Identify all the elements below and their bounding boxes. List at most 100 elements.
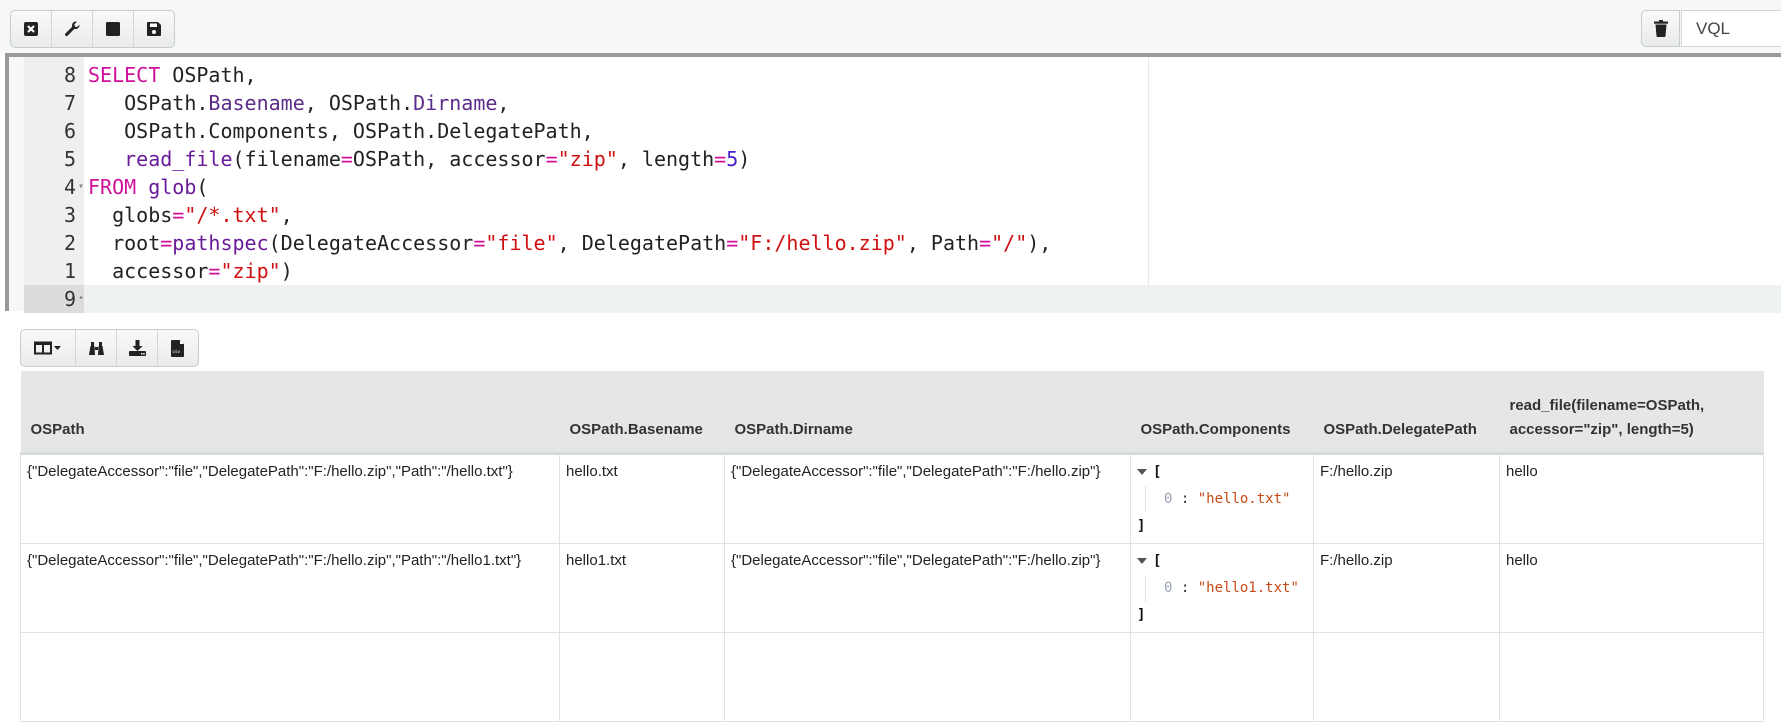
line-number: 8 (63, 63, 76, 87)
settings-button[interactable] (52, 11, 93, 47)
code-token: , Path (906, 231, 980, 255)
download-csv-button[interactable]: csv (158, 330, 198, 366)
results-toolbar: csv (20, 329, 199, 367)
cell-read-file: hello (1499, 453, 1764, 544)
vql-editor[interactable]: 8 SELECT OSPath, 7 OSPath.Basename, OSPath… (5, 53, 1781, 313)
code-line[interactable]: 3 globs="/*.txt", (24, 201, 1781, 229)
column-header-components[interactable]: OSPath.Components (1130, 371, 1314, 455)
cell-components: [ 0 : "hello.txt" ] (1130, 453, 1314, 544)
code-text: OSPath.Basename, OSPath.Dirname, (84, 91, 509, 115)
column-selector-button[interactable] (21, 330, 76, 366)
code-token: "file" (485, 231, 558, 255)
code-token: , (280, 203, 293, 227)
code-token: OSPath. (88, 91, 209, 115)
code-token: ( (196, 175, 209, 199)
code-text: accessor="zip") (84, 259, 293, 283)
code-token: 5 (726, 147, 739, 171)
code-token: = (172, 203, 185, 227)
code-token: pathspec (172, 231, 269, 255)
code-token: = (545, 147, 558, 171)
cell-basename: hello.txt (559, 453, 725, 544)
cell-basename: hello1.txt (559, 543, 725, 633)
code-line[interactable]: 5 read_file(filename=OSPath, accessor="z… (24, 145, 1781, 173)
json-tree: [ 0 : "hello1.txt" ] (1137, 548, 1307, 629)
svg-text:csv: csv (173, 350, 181, 355)
cell-components: [ 0 : "hello1.txt" ] (1130, 543, 1314, 633)
clear-button[interactable] (1641, 10, 1680, 47)
download-icon (128, 340, 146, 356)
find-button[interactable] (76, 330, 117, 366)
code-token: = (979, 231, 992, 255)
code-token: = (208, 259, 221, 283)
code-token: , (497, 91, 510, 115)
code-line[interactable]: 2 root=pathspec(DelegateAccessor="file",… (24, 229, 1781, 257)
code-line[interactable]: 7 OSPath.Basename, OSPath.Dirname, (24, 89, 1781, 117)
table-row-partial (20, 632, 1764, 722)
column-header-delegate-path[interactable]: OSPath.DelegatePath (1313, 371, 1500, 455)
fold-dot-icon[interactable]: • (78, 285, 84, 313)
line-number: 4 ▾ (63, 173, 84, 201)
line-number: 6 (63, 119, 76, 143)
code-token: ) (280, 259, 293, 283)
code-token: globs (88, 203, 173, 227)
results-table: OSPath OSPath.Basename OSPath.Dirname OS… (20, 371, 1764, 722)
top-toolbar: VQL (0, 0, 1781, 53)
code-token: , DelegatePath (557, 231, 727, 255)
code-lines[interactable]: 8 SELECT OSPath, 7 OSPath.Basename, OSPath… (24, 61, 1781, 313)
vql-search-input[interactable]: VQL (1681, 10, 1781, 47)
binoculars-icon (88, 341, 104, 355)
code-token: "zip" (220, 259, 281, 283)
table-row: {"DelegateAccessor":"file","DelegatePath… (20, 453, 1764, 544)
code-token: = (726, 231, 739, 255)
code-token: glob (148, 175, 197, 199)
save-button[interactable] (134, 11, 174, 47)
code-token: OSPath, accessor (352, 147, 546, 171)
cell-read-file: hello (1499, 543, 1764, 633)
json-tree: [ 0 : "hello.txt" ] (1137, 459, 1307, 540)
column-selector-icon (34, 341, 61, 355)
code-token: OSPath, (160, 63, 257, 87)
column-header-ospath[interactable]: OSPath (20, 371, 560, 455)
code-text: read_file(filename=OSPath, accessor="zip… (84, 147, 750, 171)
collapse-caret-icon[interactable] (1137, 558, 1147, 564)
cell-ospath: {"DelegateAccessor":"file","DelegatePath… (20, 543, 560, 633)
line-number: 7 (63, 91, 76, 115)
table-row: {"DelegateAccessor":"file","DelegatePath… (20, 543, 1764, 633)
code-token: = (714, 147, 727, 171)
code-token: = (473, 231, 486, 255)
code-text: SELECT OSPath, (84, 63, 257, 87)
code-token: "/" (991, 231, 1028, 255)
code-token: Basename (208, 91, 305, 115)
collapse-caret-icon[interactable] (1137, 469, 1147, 475)
close-icon (24, 22, 38, 36)
code-token: = (160, 231, 173, 255)
column-header-dirname[interactable]: OSPath.Dirname (724, 371, 1131, 455)
close-button[interactable] (11, 11, 52, 47)
cell-dirname: {"DelegateAccessor":"file","DelegatePath… (724, 453, 1131, 544)
code-line[interactable]: 1 accessor="zip") (24, 257, 1781, 285)
code-token: "/*.txt" (184, 203, 281, 227)
json-entry: 0 : "hello1.txt" (1145, 575, 1307, 602)
code-token: , length (617, 147, 715, 171)
wrench-icon (64, 21, 80, 37)
code-text: globs="/*.txt", (84, 203, 293, 227)
code-line[interactable]: 4 ▾ FROM glob( (24, 173, 1781, 201)
code-token: FROM (88, 175, 137, 199)
code-token: SELECT (88, 63, 161, 87)
code-line[interactable]: 8 SELECT OSPath, (24, 61, 1781, 89)
code-token: , OSPath. (304, 91, 414, 115)
code-token: ) (738, 147, 751, 171)
code-token: Dirname (413, 91, 498, 115)
code-line[interactable]: 9 • (24, 285, 1781, 313)
column-header-read-file[interactable]: read_file(filename=OSPath, accessor="zip… (1499, 371, 1764, 455)
column-header-basename[interactable]: OSPath.Basename (559, 371, 725, 455)
stop-button[interactable] (93, 11, 134, 47)
line-number: 2 (63, 231, 76, 255)
stop-icon (106, 22, 120, 36)
fold-arrow-icon[interactable]: ▾ (78, 173, 84, 201)
code-token: = (340, 147, 353, 171)
download-json-button[interactable] (117, 330, 158, 366)
csv-file-icon: csv (171, 339, 184, 357)
code-line[interactable]: 6 OSPath.Components, OSPath.DelegatePath… (24, 117, 1781, 145)
